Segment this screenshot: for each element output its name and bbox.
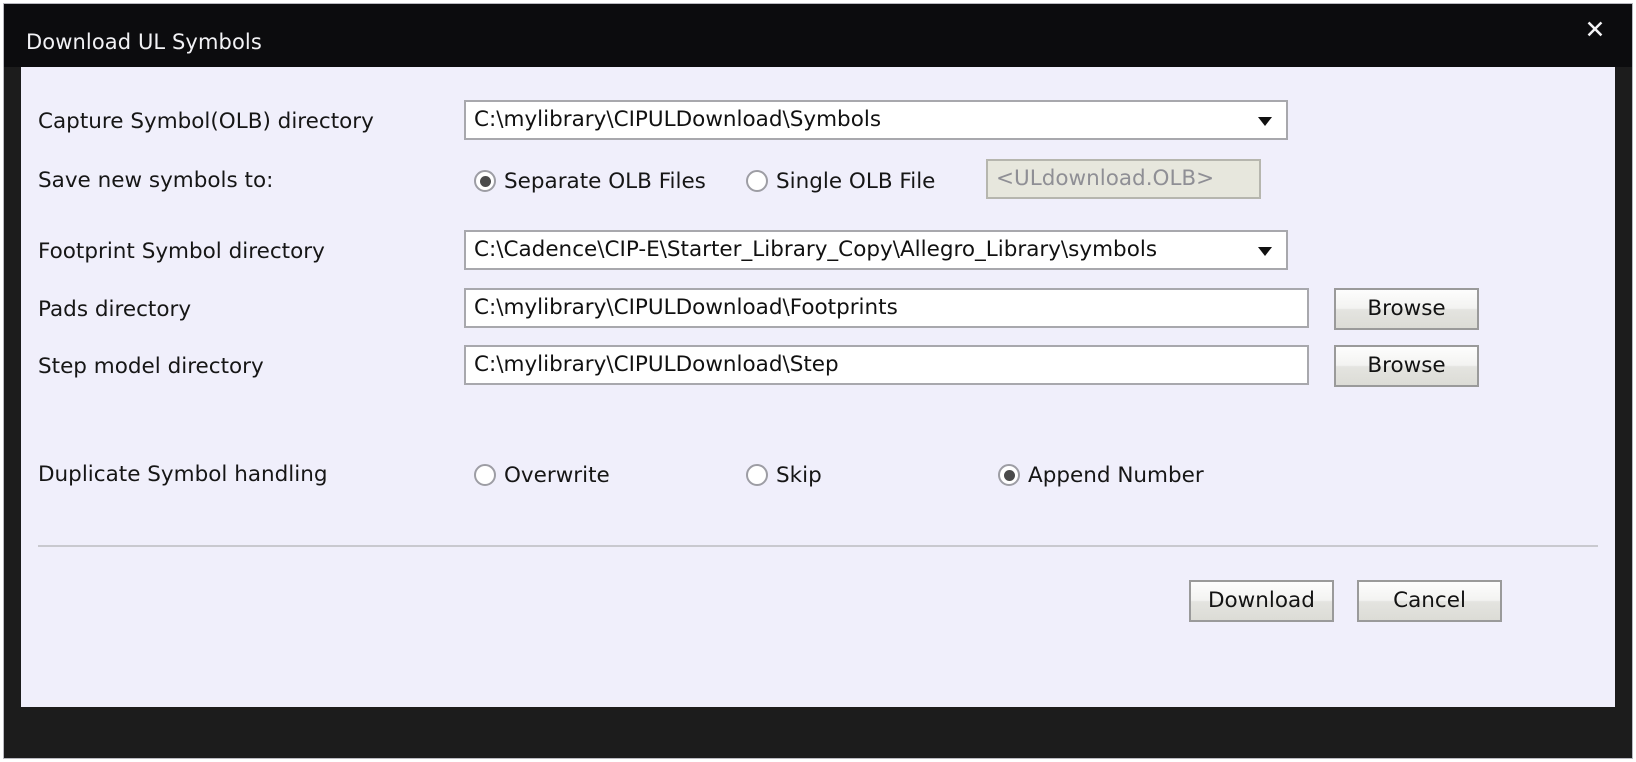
cancel-button[interactable]: Cancel	[1357, 580, 1502, 622]
save-new-symbols-label: Save new symbols to:	[38, 168, 274, 193]
capture-symbol-directory-label: Capture Symbol(OLB) directory	[38, 109, 374, 134]
radio-mark-single-olb-file[interactable]	[746, 170, 768, 192]
screenshot-root: Download UL Symbols ✕ Capture Symbol(OLB…	[0, 0, 1636, 762]
dialog-title: Download UL Symbols	[26, 30, 262, 54]
row-capture-symbol-directory: Capture Symbol(OLB) directory C:\mylibra…	[21, 100, 1615, 144]
single-olb-filename-input: <ULdownload.OLB>	[986, 159, 1261, 199]
duplicate-symbol-handling-label: Duplicate Symbol handling	[38, 462, 328, 487]
footer-divider	[38, 545, 1598, 547]
radio-mark-skip[interactable]	[746, 464, 768, 486]
radio-label-skip: Skip	[776, 462, 822, 488]
step-model-directory-input[interactable]: C:\mylibrary\CIPULDownload\Step	[464, 345, 1309, 385]
chevron-down-icon[interactable]	[1258, 117, 1272, 126]
radio-label-append-number: Append Number	[1028, 462, 1204, 488]
capture-symbol-directory-combobox[interactable]: C:\mylibrary\CIPULDownload\Symbols	[464, 100, 1288, 140]
single-olb-filename-value: <ULdownload.OLB>	[996, 166, 1215, 191]
footprint-symbol-directory-combobox[interactable]: C:\Cadence\CIP-E\Starter_Library_Copy\Al…	[464, 230, 1288, 270]
dialog-titlebar: Download UL Symbols ✕	[4, 4, 1632, 67]
radio-mark-separate-olb-files[interactable]	[474, 170, 496, 192]
radio-single-olb-file[interactable]: Single OLB File	[746, 159, 935, 203]
pads-directory-browse-button[interactable]: Browse	[1334, 288, 1479, 330]
dialog-window: Download UL Symbols ✕ Capture Symbol(OLB…	[3, 3, 1633, 759]
close-icon[interactable]: ✕	[1578, 14, 1612, 46]
pads-directory-value: C:\mylibrary\CIPULDownload\Footprints	[474, 295, 898, 320]
footprint-symbol-directory-value: C:\Cadence\CIP-E\Starter_Library_Copy\Al…	[474, 237, 1158, 262]
radio-label-single-olb-file: Single OLB File	[776, 168, 936, 194]
step-model-directory-browse-button[interactable]: Browse	[1334, 345, 1479, 387]
step-model-directory-label: Step model directory	[38, 354, 264, 379]
radio-label-separate-olb-files: Separate OLB Files	[504, 168, 706, 194]
row-pads-directory: Pads directory C:\mylibrary\CIPULDownloa…	[21, 288, 1615, 332]
radio-label-overwrite: Overwrite	[504, 462, 610, 488]
radio-append-number[interactable]: Append Number	[998, 453, 1204, 497]
radio-mark-overwrite[interactable]	[474, 464, 496, 486]
row-save-new-symbols: Save new symbols to: Separate OLB Files …	[21, 159, 1615, 203]
pads-directory-label: Pads directory	[38, 297, 192, 322]
row-footprint-symbol-directory: Footprint Symbol directory C:\Cadence\CI…	[21, 230, 1615, 274]
chevron-down-icon[interactable]	[1258, 247, 1272, 256]
row-duplicate-symbol-handling: Duplicate Symbol handling Overwrite Skip…	[21, 453, 1615, 497]
capture-symbol-directory-value: C:\mylibrary\CIPULDownload\Symbols	[474, 107, 882, 132]
dialog-content: Capture Symbol(OLB) directory C:\mylibra…	[21, 67, 1615, 707]
step-model-directory-value: C:\mylibrary\CIPULDownload\Step	[474, 352, 839, 377]
radio-overwrite[interactable]: Overwrite	[474, 453, 610, 497]
radio-mark-append-number[interactable]	[998, 464, 1020, 486]
row-step-model-directory: Step model directory C:\mylibrary\CIPULD…	[21, 345, 1615, 389]
pads-directory-input[interactable]: C:\mylibrary\CIPULDownload\Footprints	[464, 288, 1309, 328]
radio-separate-olb-files[interactable]: Separate OLB Files	[474, 159, 706, 203]
dialog-footer-buttons: Download Cancel	[1162, 580, 1502, 622]
download-button[interactable]: Download	[1188, 580, 1334, 622]
radio-skip[interactable]: Skip	[746, 453, 822, 497]
footprint-symbol-directory-label: Footprint Symbol directory	[38, 239, 325, 264]
